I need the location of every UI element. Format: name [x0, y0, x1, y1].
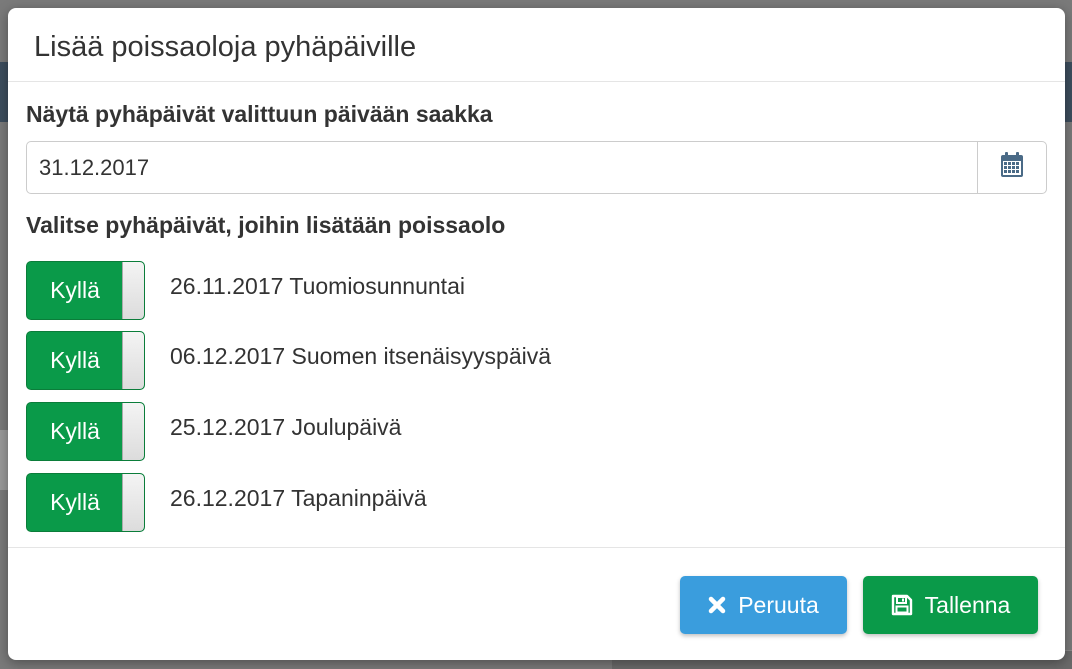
holiday-text: 06.12.2017 Suomen itsenäisyyspäivä	[170, 343, 552, 369]
holiday-text: 26.12.2017 Tapaninpäivä	[170, 485, 427, 511]
calendar-button[interactable]	[977, 142, 1046, 193]
holiday-text: 25.12.2017 Joulupäivä	[170, 414, 402, 440]
toggle-handle	[122, 474, 144, 531]
holiday-toggle[interactable]: Kyllä	[26, 473, 145, 532]
dialog-header: Lisää poissaoloja pyhäpäiville	[8, 8, 1065, 82]
dialog-footer: Peruuta Tallenna	[8, 547, 1065, 660]
holiday-row: Kyllä 26.12.2017 Tapaninpäivä	[26, 473, 1026, 533]
toggle-label: Kyllä	[50, 347, 100, 373]
save-button-label: Tallenna	[924, 591, 1011, 618]
toggle-handle	[122, 262, 144, 319]
close-icon	[708, 596, 726, 614]
holiday-toggle[interactable]: Kyllä	[26, 402, 145, 461]
date-input[interactable]	[27, 142, 977, 193]
cancel-button-label: Peruuta	[738, 591, 819, 618]
toggle-label: Kyllä	[50, 418, 100, 444]
holiday-toggle[interactable]: Kyllä	[26, 331, 145, 390]
toggle-handle	[122, 332, 144, 389]
floppy-disk-icon	[891, 594, 913, 616]
holiday-text: 26.11.2017 Tuomiosunnuntai	[170, 273, 465, 299]
toggle-label: Kyllä	[50, 489, 100, 515]
toggle-label: Kyllä	[50, 277, 100, 303]
calendar-icon	[1000, 152, 1024, 183]
holiday-row: Kyllä 26.11.2017 Tuomiosunnuntai	[26, 261, 1026, 321]
holiday-row: Kyllä 25.12.2017 Joulupäivä	[26, 402, 1026, 462]
select-holidays-label: Valitse pyhäpäivät, joihin lisätään pois…	[26, 212, 506, 238]
date-label: Näytä pyhäpäivät valittuun päivään saakk…	[26, 101, 493, 127]
save-button[interactable]: Tallenna	[863, 576, 1038, 634]
dialog-title: Lisää poissaoloja pyhäpäiville	[34, 31, 417, 63]
toggle-handle	[122, 403, 144, 460]
holiday-absence-dialog: Lisää poissaoloja pyhäpäiville Näytä pyh…	[8, 8, 1065, 660]
cancel-button[interactable]: Peruuta	[680, 576, 847, 634]
holiday-row: Kyllä 06.12.2017 Suomen itsenäisyyspäivä	[26, 331, 1026, 391]
holiday-toggle[interactable]: Kyllä	[26, 261, 145, 320]
date-picker	[26, 141, 1047, 194]
